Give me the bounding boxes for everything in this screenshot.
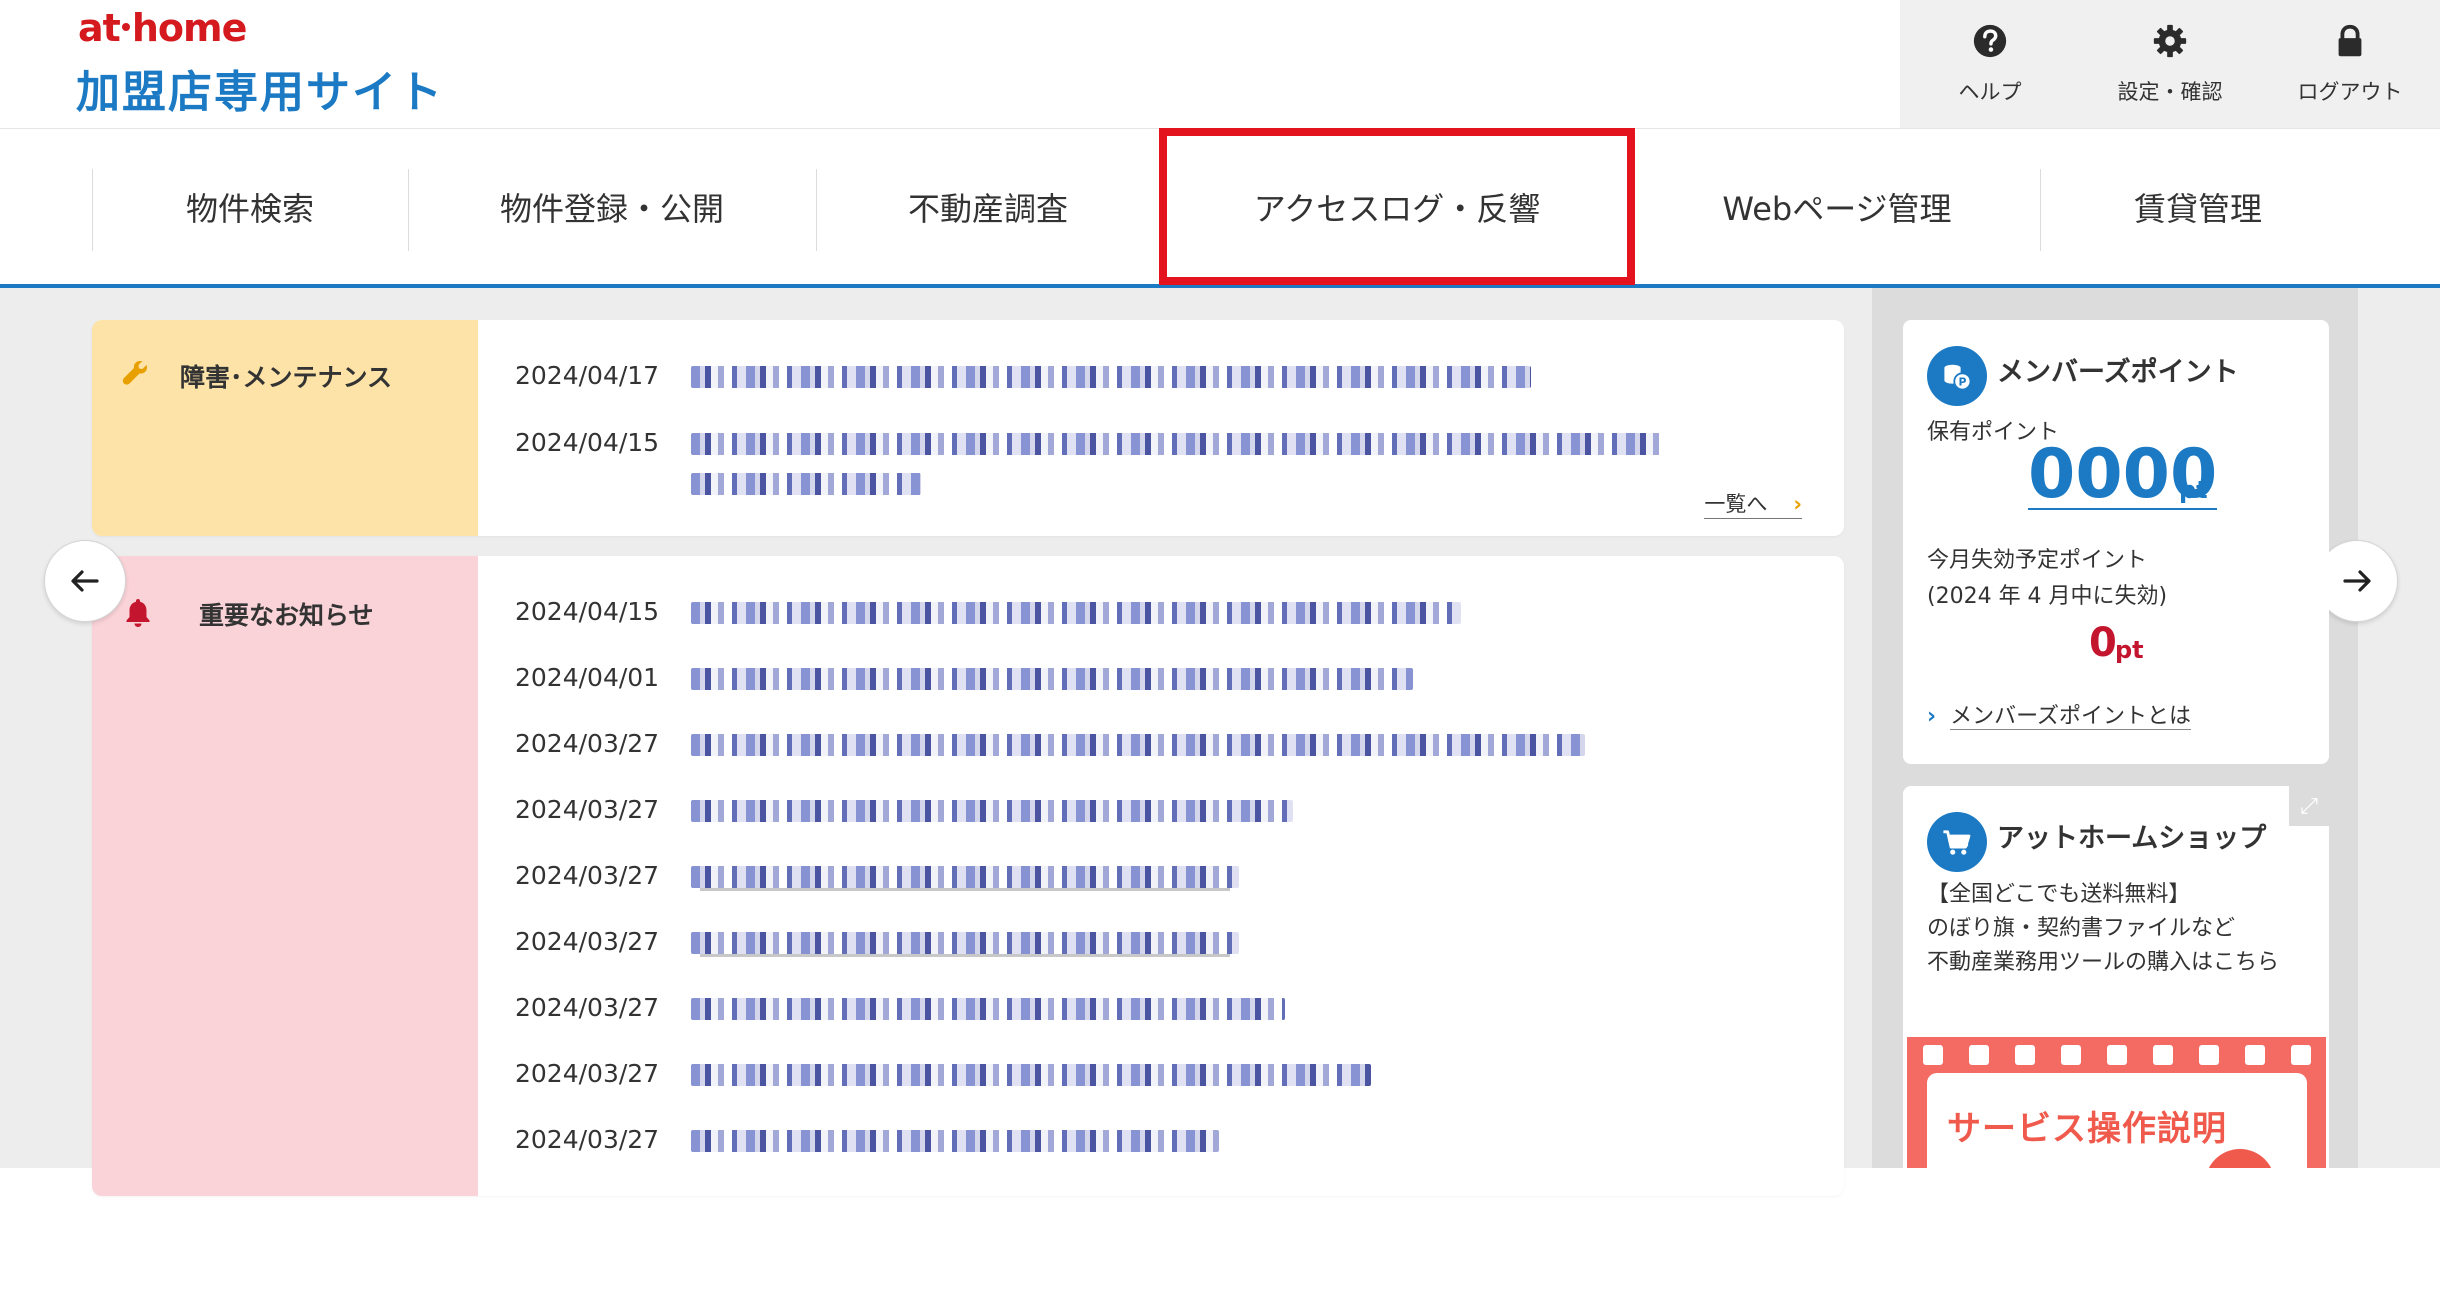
help-label: ヘルプ <box>1958 80 2022 104</box>
nav-item-realestate-survey[interactable]: 不動産調査 <box>816 129 1160 285</box>
nav-item-rental-management[interactable]: 賃貸管理 <box>2040 129 2356 285</box>
news-date: 2024/03/27 <box>515 729 660 758</box>
service-guide-banner[interactable]: サービス操作説明 <box>1907 1037 2326 1168</box>
news-date: 2024/03/27 <box>515 1059 660 1088</box>
logo-text-at: at <box>78 6 121 50</box>
gear-icon <box>2153 24 2187 58</box>
settings-label: 設定・確認 <box>2117 80 2223 104</box>
nav-item-webpage-management[interactable]: Webページ管理 <box>1634 129 2040 285</box>
news-row: 2024/03/27 <box>515 1120 1219 1160</box>
arrow-right-icon <box>2343 570 2371 592</box>
lock-icon <box>2338 24 2362 57</box>
news-row: 2024/04/15 <box>515 423 1661 503</box>
maintenance-panel: 障害･メンテナンス 2024/04/17 2024/04/15 一覧へ › <box>92 320 1844 536</box>
news-date: 2024/04/17 <box>515 361 660 390</box>
points-coin-icon: P <box>1927 346 1987 406</box>
news-row: 2024/03/27 <box>515 790 1293 830</box>
expiring-points-label: 今月失効予定ポイント <box>1927 548 2148 573</box>
nav-label: 物件登録・公開 <box>499 190 724 228</box>
members-points-info-label: メンバーズポイントとは <box>1950 704 2191 730</box>
notices-sidebar: 重要なお知らせ <box>92 556 478 1196</box>
news-date: 2024/03/27 <box>515 1125 660 1154</box>
news-row: 2024/03/27 <box>515 856 1239 896</box>
news-link[interactable] <box>691 856 1239 896</box>
notices-title: 重要なお知らせ <box>199 601 374 630</box>
global-nav: 物件検索 物件登録・公開 不動産調査 アクセスログ・反響 Webページ管理 賃貸… <box>0 128 2440 288</box>
news-date: 2024/03/27 <box>515 927 660 956</box>
nav-label: アクセスログ・反響 <box>1253 190 1541 228</box>
help-icon <box>1973 24 2007 58</box>
members-points-card: P メンバーズポイント 保有ポイント 0000 pt 今月失効予定ポイント (2… <box>1903 320 2329 764</box>
maintenance-sidebar: 障害･メンテナンス <box>92 320 478 536</box>
logo-dot <box>121 22 130 31</box>
banner-text: サービス操作説明 <box>1947 1109 2227 1149</box>
news-row: 2024/03/27 <box>515 724 1585 764</box>
help-button[interactable]: ヘルプ <box>1900 0 2080 128</box>
held-points-unit: pt <box>2179 476 2208 504</box>
news-row: 2024/03/27 <box>515 1054 1371 1094</box>
news-link[interactable] <box>691 988 1285 1028</box>
nav-label: 賃貸管理 <box>2133 190 2262 228</box>
news-link[interactable] <box>691 356 1531 396</box>
shop-text-line3: 不動産業務用ツールの購入はこちら <box>1927 950 2280 975</box>
news-row: 2024/03/27 <box>515 922 1239 962</box>
nav-item-access-log[interactable]: アクセスログ・反響 <box>1160 129 1634 285</box>
arrow-left-icon <box>71 570 99 592</box>
site-title: 加盟店専用サイト <box>76 67 444 118</box>
logo-text-home: home <box>131 6 248 50</box>
news-date: 2024/04/01 <box>515 663 660 692</box>
news-date: 2024/03/27 <box>515 861 660 890</box>
nav-item-property-registration[interactable]: 物件登録・公開 <box>408 129 816 285</box>
news-row: 2024/04/01 <box>515 658 1413 698</box>
see-all-label: 一覧へ <box>1704 492 1768 516</box>
news-link[interactable] <box>691 1054 1371 1094</box>
shop-title: アットホームショップ <box>1997 823 2267 854</box>
news-date: 2024/03/27 <box>515 795 660 824</box>
carousel-prev-button[interactable] <box>44 540 126 622</box>
nav-label: 物件検索 <box>185 190 314 228</box>
shop-text-line1: 【全国どこでも送料無料】 <box>1927 882 2191 907</box>
main-content: 障害･メンテナンス 2024/04/17 2024/04/15 一覧へ › 重要な… <box>0 288 2440 1304</box>
maintenance-title: 障害･メンテナンス <box>180 363 393 392</box>
external-link-icon: ⤢ <box>2289 786 2329 826</box>
news-link[interactable] <box>691 592 1461 632</box>
header: at home 加盟店専用サイト ヘルプ 設定・確認 ログアウト <box>0 0 2440 128</box>
news-row: 2024/04/15 <box>515 592 1461 632</box>
news-link[interactable] <box>691 1120 1219 1160</box>
bell-icon <box>126 599 150 627</box>
logout-label: ログアウト <box>2297 80 2403 104</box>
news-link[interactable] <box>691 922 1239 962</box>
members-points-info-link[interactable]: › メンバーズポイントとは <box>1927 698 2191 730</box>
news-link[interactable] <box>691 724 1585 764</box>
news-link[interactable] <box>691 790 1293 830</box>
athome-logo[interactable]: at home <box>78 6 248 50</box>
news-row: 2024/03/27 <box>515 988 1285 1028</box>
news-date: 2024/03/27 <box>515 993 660 1022</box>
chevron-right-icon: › <box>1793 492 1802 516</box>
svg-text:P: P <box>1958 375 1966 388</box>
cart-icon <box>1927 812 1987 872</box>
expiring-points-value: 0 <box>2089 620 2117 666</box>
banner-decoration <box>1923 1045 2311 1065</box>
notices-panel: 重要なお知らせ 2024/04/15 2024/04/01 2024/03/27… <box>92 556 1844 1196</box>
news-date: 2024/04/15 <box>515 597 660 626</box>
news-row: 2024/04/17 <box>515 356 1531 396</box>
points-title: メンバーズポイント <box>1997 357 2239 388</box>
shop-text-line2: のぼり旗・契約書ファイルなど <box>1927 916 2236 941</box>
expiring-points-note: (2024 年 4 月中に失効) <box>1927 584 2168 609</box>
nav-label: 不動産調査 <box>907 190 1068 228</box>
chevron-right-icon: › <box>1927 704 1937 729</box>
news-date: 2024/04/15 <box>515 428 660 457</box>
news-link[interactable] <box>691 658 1413 698</box>
settings-button[interactable]: 設定・確認 <box>2080 0 2260 128</box>
logout-button[interactable]: ログアウト <box>2260 0 2440 128</box>
nav-item-property-search[interactable]: 物件検索 <box>92 129 408 285</box>
utility-menu: ヘルプ 設定・確認 ログアウト <box>1900 0 2440 128</box>
nav-label: Webページ管理 <box>1722 190 1952 228</box>
see-all-link[interactable]: 一覧へ › <box>1704 488 1802 519</box>
news-link[interactable] <box>691 423 1661 503</box>
wrench-icon <box>122 361 147 385</box>
expiring-points-unit: pt <box>2115 636 2144 664</box>
